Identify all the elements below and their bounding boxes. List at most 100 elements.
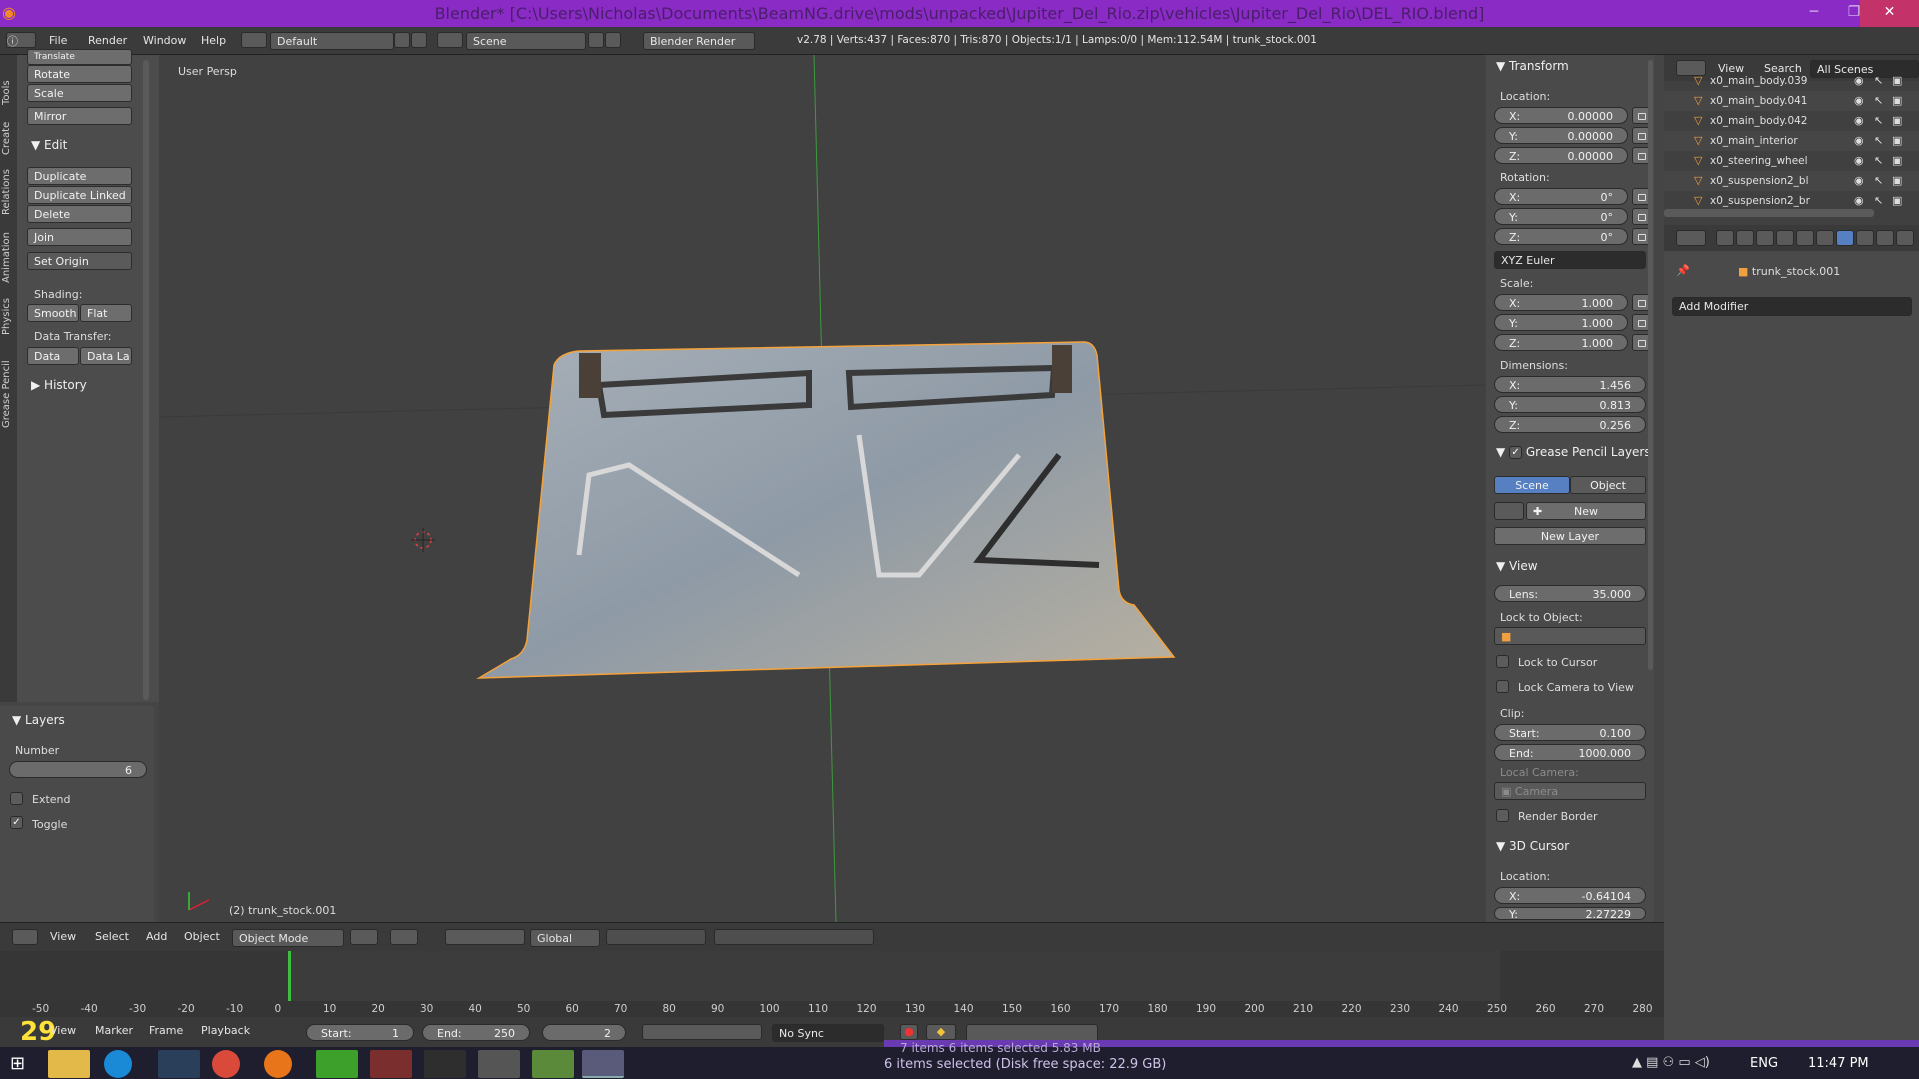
modifiers-tab-icon[interactable] bbox=[1836, 230, 1854, 246]
scale-z-field[interactable]: Z: 1.000 bbox=[1494, 334, 1628, 351]
transform-header[interactable]: ▼ Transform bbox=[1496, 59, 1569, 73]
blender-taskbar-icon[interactable] bbox=[582, 1050, 624, 1078]
language-indicator[interactable]: ENG bbox=[1750, 1056, 1778, 1071]
selectable-icon[interactable]: ↖ bbox=[1874, 94, 1883, 107]
app-dark-icon[interactable] bbox=[424, 1050, 466, 1078]
3d-cursor-header[interactable]: ▼ 3D Cursor bbox=[1496, 839, 1569, 853]
mirror-button[interactable]: Mirror bbox=[27, 107, 132, 125]
render-tab-icon[interactable] bbox=[1716, 230, 1734, 246]
skype-icon[interactable] bbox=[104, 1050, 132, 1078]
history-section-header[interactable]: ▶ History bbox=[31, 378, 87, 392]
close-icon[interactable]: ✕ bbox=[1860, 0, 1919, 27]
constraints-tab-icon[interactable] bbox=[1816, 230, 1834, 246]
sync-dropdown[interactable]: No Sync bbox=[772, 1024, 884, 1042]
data-tab-icon[interactable] bbox=[1856, 230, 1874, 246]
location-y-field[interactable]: Y: 0.00000 bbox=[1494, 127, 1628, 144]
snap-icon[interactable] bbox=[714, 929, 874, 945]
scene-icon[interactable] bbox=[437, 32, 463, 48]
gp-object-button[interactable]: Object bbox=[1570, 476, 1646, 494]
lock-camera-checkbox[interactable] bbox=[1496, 680, 1509, 693]
lock-to-cursor-checkbox[interactable] bbox=[1496, 655, 1509, 668]
scene-close-icon[interactable] bbox=[605, 32, 621, 48]
properties-scrollbar[interactable] bbox=[1648, 60, 1653, 670]
duplicate-linked-button[interactable]: Duplicate Linked bbox=[27, 186, 132, 204]
minimize-icon[interactable]: ─ bbox=[1794, 0, 1834, 27]
timeline-menu-frame[interactable]: Frame bbox=[149, 1024, 183, 1037]
object-mode-dropdown[interactable]: Object Mode bbox=[232, 929, 344, 947]
scale-button[interactable]: Scale bbox=[27, 84, 132, 102]
location-z-field[interactable]: Z: 0.00000 bbox=[1494, 147, 1628, 164]
editor-type-icon[interactable]: ⓘ bbox=[6, 32, 36, 48]
smooth-button[interactable]: Smooth bbox=[27, 304, 79, 322]
object-tab-icon[interactable] bbox=[1796, 230, 1814, 246]
material-tab-icon[interactable] bbox=[1876, 230, 1894, 246]
timeline-menu-marker[interactable]: Marker bbox=[95, 1024, 133, 1037]
visibility-icon[interactable]: ◉ bbox=[1854, 154, 1864, 167]
dimension-z-field[interactable]: Z: 0.256 bbox=[1494, 416, 1646, 433]
layout-close-icon[interactable] bbox=[411, 32, 427, 48]
current-frame-field[interactable]: 2 bbox=[542, 1024, 626, 1041]
outliner-row[interactable]: ▽ x0_suspension2_br ◉ ↖ ▣ bbox=[1664, 191, 1919, 211]
chrome-icon[interactable] bbox=[212, 1050, 240, 1078]
set-origin-dropdown[interactable]: Set Origin bbox=[27, 252, 132, 270]
windows-start-icon[interactable]: ⊞ bbox=[10, 1053, 25, 1074]
manipulator-icon[interactable] bbox=[445, 929, 525, 945]
scale-x-field[interactable]: X: 1.000 bbox=[1494, 294, 1628, 311]
cursor-y-field[interactable]: Y: 2.27229 bbox=[1494, 907, 1646, 920]
renderable-icon[interactable]: ▣ bbox=[1892, 154, 1902, 167]
playback-controls-icon[interactable] bbox=[642, 1024, 762, 1040]
dimension-y-field[interactable]: Y: 0.813 bbox=[1494, 396, 1646, 413]
outliner-row[interactable]: ▽ x0_main_body.041 ◉ ↖ ▣ bbox=[1664, 91, 1919, 111]
renderable-icon[interactable]: ▣ bbox=[1892, 194, 1902, 207]
tab-relations[interactable]: Relations bbox=[1, 155, 16, 215]
viewport-menu-view[interactable]: View bbox=[50, 930, 76, 943]
outliner-row[interactable]: ▽ x0_steering_wheel ◉ ↖ ▣ bbox=[1664, 151, 1919, 171]
current-frame-indicator[interactable] bbox=[288, 951, 291, 1001]
gp-new-layer-button[interactable]: New Layer bbox=[1494, 527, 1646, 545]
pivot-point-icon[interactable] bbox=[390, 929, 418, 945]
dimension-x-field[interactable]: X: 1.456 bbox=[1494, 376, 1646, 393]
edit-section-header[interactable]: ▼ Edit bbox=[31, 138, 67, 152]
renderable-icon[interactable]: ▣ bbox=[1892, 114, 1902, 127]
duplicate-button[interactable]: Duplicate bbox=[27, 167, 132, 185]
clip-end-field[interactable]: End: 1000.000 bbox=[1494, 744, 1646, 761]
layout-dropdown[interactable]: Default bbox=[270, 32, 394, 50]
tray-icons[interactable]: ▲ ▤ ⚇ ▭ ◁) bbox=[1632, 1055, 1710, 1070]
renderable-icon[interactable]: ▣ bbox=[1892, 174, 1902, 187]
translate-button[interactable]: Translate bbox=[27, 49, 132, 65]
location-x-field[interactable]: X: 0.00000 bbox=[1494, 107, 1628, 124]
data-layout-button[interactable]: Data La bbox=[80, 347, 132, 365]
visibility-icon[interactable]: ◉ bbox=[1854, 194, 1864, 207]
flat-button[interactable]: Flat bbox=[80, 304, 132, 322]
local-camera-field[interactable]: ▣ Camera bbox=[1494, 782, 1646, 800]
visibility-icon[interactable]: ◉ bbox=[1854, 74, 1864, 87]
outliner-row[interactable]: ▽ x0_main_interior ◉ ↖ ▣ bbox=[1664, 131, 1919, 151]
renderable-icon[interactable]: ▣ bbox=[1892, 94, 1902, 107]
visibility-icon[interactable]: ◉ bbox=[1854, 174, 1864, 187]
layout-grid-icon[interactable] bbox=[241, 32, 267, 48]
grease-pencil-layers-header[interactable]: ▼ ✓ Grease Pencil Layers bbox=[1496, 445, 1651, 459]
viewport-shading-icon[interactable] bbox=[350, 929, 378, 945]
layer-grid-icon[interactable] bbox=[606, 929, 706, 945]
selectable-icon[interactable]: ↖ bbox=[1874, 114, 1883, 127]
clip-start-field[interactable]: Start: 0.100 bbox=[1494, 724, 1646, 741]
number-field[interactable]: 6 bbox=[9, 761, 147, 778]
viewport-menu-add[interactable]: Add bbox=[146, 930, 167, 943]
visibility-icon[interactable]: ◉ bbox=[1854, 114, 1864, 127]
outliner-row[interactable]: ▽ x0_suspension2_bl ◉ ↖ ▣ bbox=[1664, 171, 1919, 191]
clock[interactable]: 11:47 PM bbox=[1808, 1056, 1869, 1071]
app-green-icon[interactable] bbox=[316, 1050, 358, 1078]
tab-physics[interactable]: Physics bbox=[1, 285, 16, 335]
render-engine-dropdown[interactable]: Blender Render bbox=[643, 32, 755, 50]
menu-render[interactable]: Render bbox=[88, 34, 127, 47]
renderable-icon[interactable]: ▣ bbox=[1892, 134, 1902, 147]
selectable-icon[interactable]: ↖ bbox=[1874, 174, 1883, 187]
timeline-menu-playback[interactable]: Playback bbox=[201, 1024, 250, 1037]
visibility-icon[interactable]: ◉ bbox=[1854, 94, 1864, 107]
tab-grease-pencil[interactable]: Grease Pencil bbox=[1, 338, 16, 428]
join-button[interactable]: Join bbox=[27, 228, 132, 246]
firefox-icon[interactable] bbox=[264, 1050, 292, 1078]
end-frame-field[interactable]: End: 250 bbox=[422, 1024, 530, 1041]
layers-header[interactable]: ▼ Layers bbox=[12, 713, 65, 727]
keyframe-icon[interactable]: ◆ bbox=[926, 1024, 956, 1040]
